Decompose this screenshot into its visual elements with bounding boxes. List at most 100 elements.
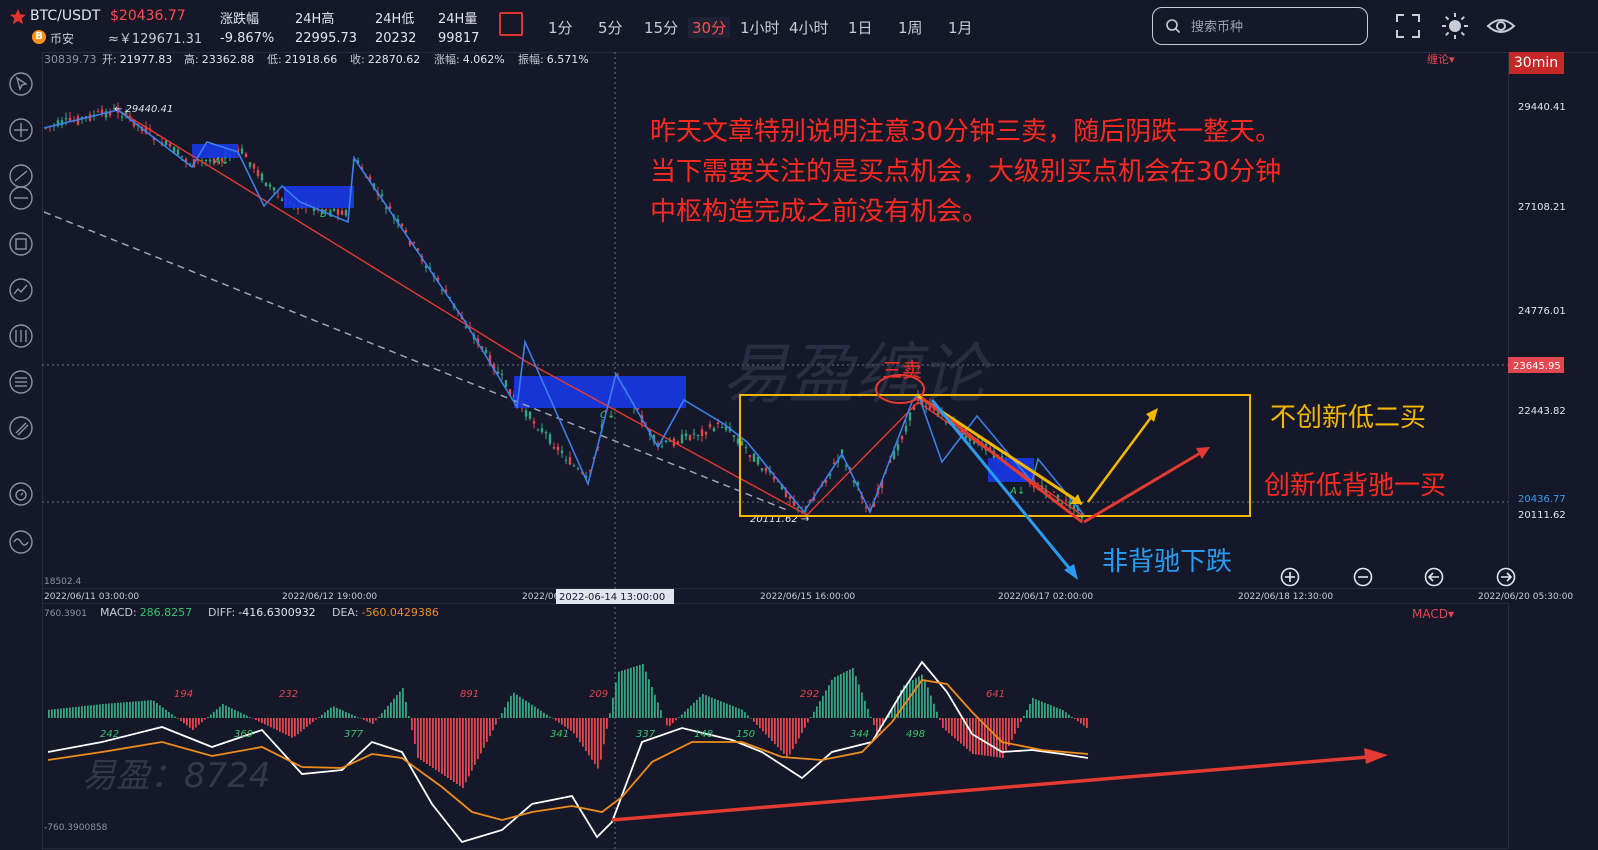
channel-icon[interactable] bbox=[9, 324, 33, 348]
theme-sun-icon[interactable] bbox=[1441, 12, 1469, 40]
chart-canvas[interactable]: 30839.73 开: 21977.83 高: 23362.88 低: 21918.6… bbox=[42, 52, 1598, 850]
diff-value: DIFF: -416.6300932 bbox=[208, 606, 316, 619]
candle-body bbox=[252, 163, 256, 169]
scroll-left-icon[interactable] bbox=[1424, 567, 1444, 587]
candle-body bbox=[180, 155, 184, 157]
candle-body bbox=[280, 199, 284, 202]
macd-bar bbox=[219, 706, 221, 718]
macd-bar bbox=[147, 700, 149, 718]
rectangle-icon[interactable] bbox=[9, 232, 33, 256]
curve-icon[interactable] bbox=[9, 278, 33, 302]
macd-bar bbox=[558, 718, 560, 723]
macd-bar bbox=[489, 718, 491, 737]
macd-bar bbox=[768, 718, 770, 738]
macd-bar bbox=[825, 690, 827, 718]
macd-bar bbox=[624, 669, 626, 718]
ruler-icon[interactable] bbox=[9, 482, 33, 506]
scroll-right-icon[interactable] bbox=[1496, 567, 1516, 587]
macd-bar bbox=[945, 718, 947, 731]
macd-bar bbox=[201, 718, 203, 723]
timeframe-1d[interactable]: 1日 bbox=[848, 17, 873, 38]
macd-bar bbox=[261, 718, 263, 723]
macd-bar bbox=[195, 718, 197, 728]
timeframe-5m[interactable]: 5分 bbox=[598, 17, 623, 38]
star-icon[interactable] bbox=[9, 8, 27, 26]
candle-body bbox=[568, 457, 572, 465]
macd-bar bbox=[1050, 705, 1052, 718]
macd-bar bbox=[246, 715, 248, 718]
macd-bar bbox=[738, 708, 740, 718]
macd-bar bbox=[456, 718, 458, 784]
eye-icon[interactable] bbox=[1486, 12, 1516, 40]
chart-area[interactable]: 30min 30839.73 开: 21977.83 高: 23362.88 低: 2… bbox=[42, 52, 1598, 850]
macd-bar bbox=[600, 718, 602, 760]
candle-body bbox=[176, 149, 180, 156]
macd-bar bbox=[408, 716, 410, 718]
macd-bar bbox=[792, 718, 794, 750]
macd-bar bbox=[567, 718, 569, 729]
zoom-out-icon[interactable] bbox=[1353, 567, 1373, 587]
zoom-in-icon[interactable] bbox=[1280, 567, 1300, 587]
fibonacci-icon[interactable] bbox=[9, 370, 33, 394]
trendline-icon[interactable] bbox=[9, 164, 33, 188]
symbol-name[interactable]: BTC/USDT bbox=[30, 8, 100, 24]
candle-body bbox=[64, 118, 68, 120]
first-buy-label: 创新低背驰一买 bbox=[1264, 471, 1446, 501]
candle-body bbox=[68, 117, 72, 122]
macd-bar bbox=[258, 718, 260, 722]
timeframe-1h[interactable]: 1小时 bbox=[740, 17, 780, 38]
macd-bar bbox=[855, 676, 857, 718]
timeframe-1w[interactable]: 1周 bbox=[898, 17, 923, 38]
macd-bar bbox=[798, 718, 800, 739]
brush-icon[interactable] bbox=[9, 416, 33, 440]
macd-area-label: 498 bbox=[906, 729, 925, 740]
macd-bar bbox=[102, 704, 104, 718]
macd-bar bbox=[168, 712, 170, 718]
macd-bar bbox=[210, 714, 212, 718]
macd-area-label: 377 bbox=[344, 729, 364, 740]
horizontal-line-icon[interactable] bbox=[9, 186, 33, 210]
candle-body bbox=[272, 187, 276, 191]
candle-body bbox=[900, 436, 904, 440]
macd-bar bbox=[315, 718, 317, 720]
macd-bar bbox=[684, 711, 686, 718]
macd-indicator-select[interactable]: MACD▾ bbox=[1412, 607, 1454, 621]
macd-bar bbox=[810, 717, 812, 718]
candle-body bbox=[896, 444, 900, 451]
macd-bar bbox=[519, 696, 521, 718]
clock-icon[interactable] bbox=[9, 530, 33, 554]
macd-bar bbox=[585, 718, 587, 751]
second-buy-label: 不创新低二买 bbox=[1270, 403, 1426, 433]
timeframe-1m[interactable]: 1分 bbox=[548, 17, 573, 38]
candle-body bbox=[1064, 499, 1068, 501]
macd-bar bbox=[858, 684, 860, 718]
timeframe-30m[interactable]: 30分 bbox=[688, 17, 731, 38]
macd-bar bbox=[588, 718, 590, 756]
macd-area-label: 891 bbox=[460, 689, 479, 700]
rectangle-tool-button[interactable] bbox=[499, 12, 523, 36]
macd-bar bbox=[111, 703, 113, 718]
timeframe-15m[interactable]: 15分 bbox=[644, 17, 678, 38]
macd-bar bbox=[435, 718, 437, 770]
crosshair-icon[interactable] bbox=[9, 118, 33, 142]
cursor-icon[interactable] bbox=[9, 72, 33, 96]
fullscreen-icon[interactable] bbox=[1394, 12, 1422, 40]
timeframe-1mo[interactable]: 1月 bbox=[948, 17, 973, 38]
search-input[interactable] bbox=[1189, 16, 1363, 38]
search-box[interactable] bbox=[1152, 7, 1368, 45]
macd-bar bbox=[582, 718, 584, 747]
macd-bar bbox=[873, 718, 875, 726]
macd-bar bbox=[462, 718, 464, 788]
macd-bar bbox=[426, 718, 428, 764]
macd-bar bbox=[843, 672, 845, 718]
price-axis-label: 29440.41 bbox=[1518, 102, 1566, 113]
candle-body bbox=[532, 421, 536, 424]
macd-bar bbox=[954, 718, 956, 739]
macd-bar bbox=[744, 712, 746, 718]
macd-bar bbox=[156, 703, 158, 718]
timeframe-4h[interactable]: 4小时 bbox=[789, 17, 829, 38]
macd-diff-line bbox=[47, 660, 1089, 844]
macd-histogram bbox=[47, 660, 1089, 844]
macd-bar bbox=[816, 706, 818, 718]
chanlun-indicator-select[interactable]: 缠论▾ bbox=[1427, 52, 1455, 66]
